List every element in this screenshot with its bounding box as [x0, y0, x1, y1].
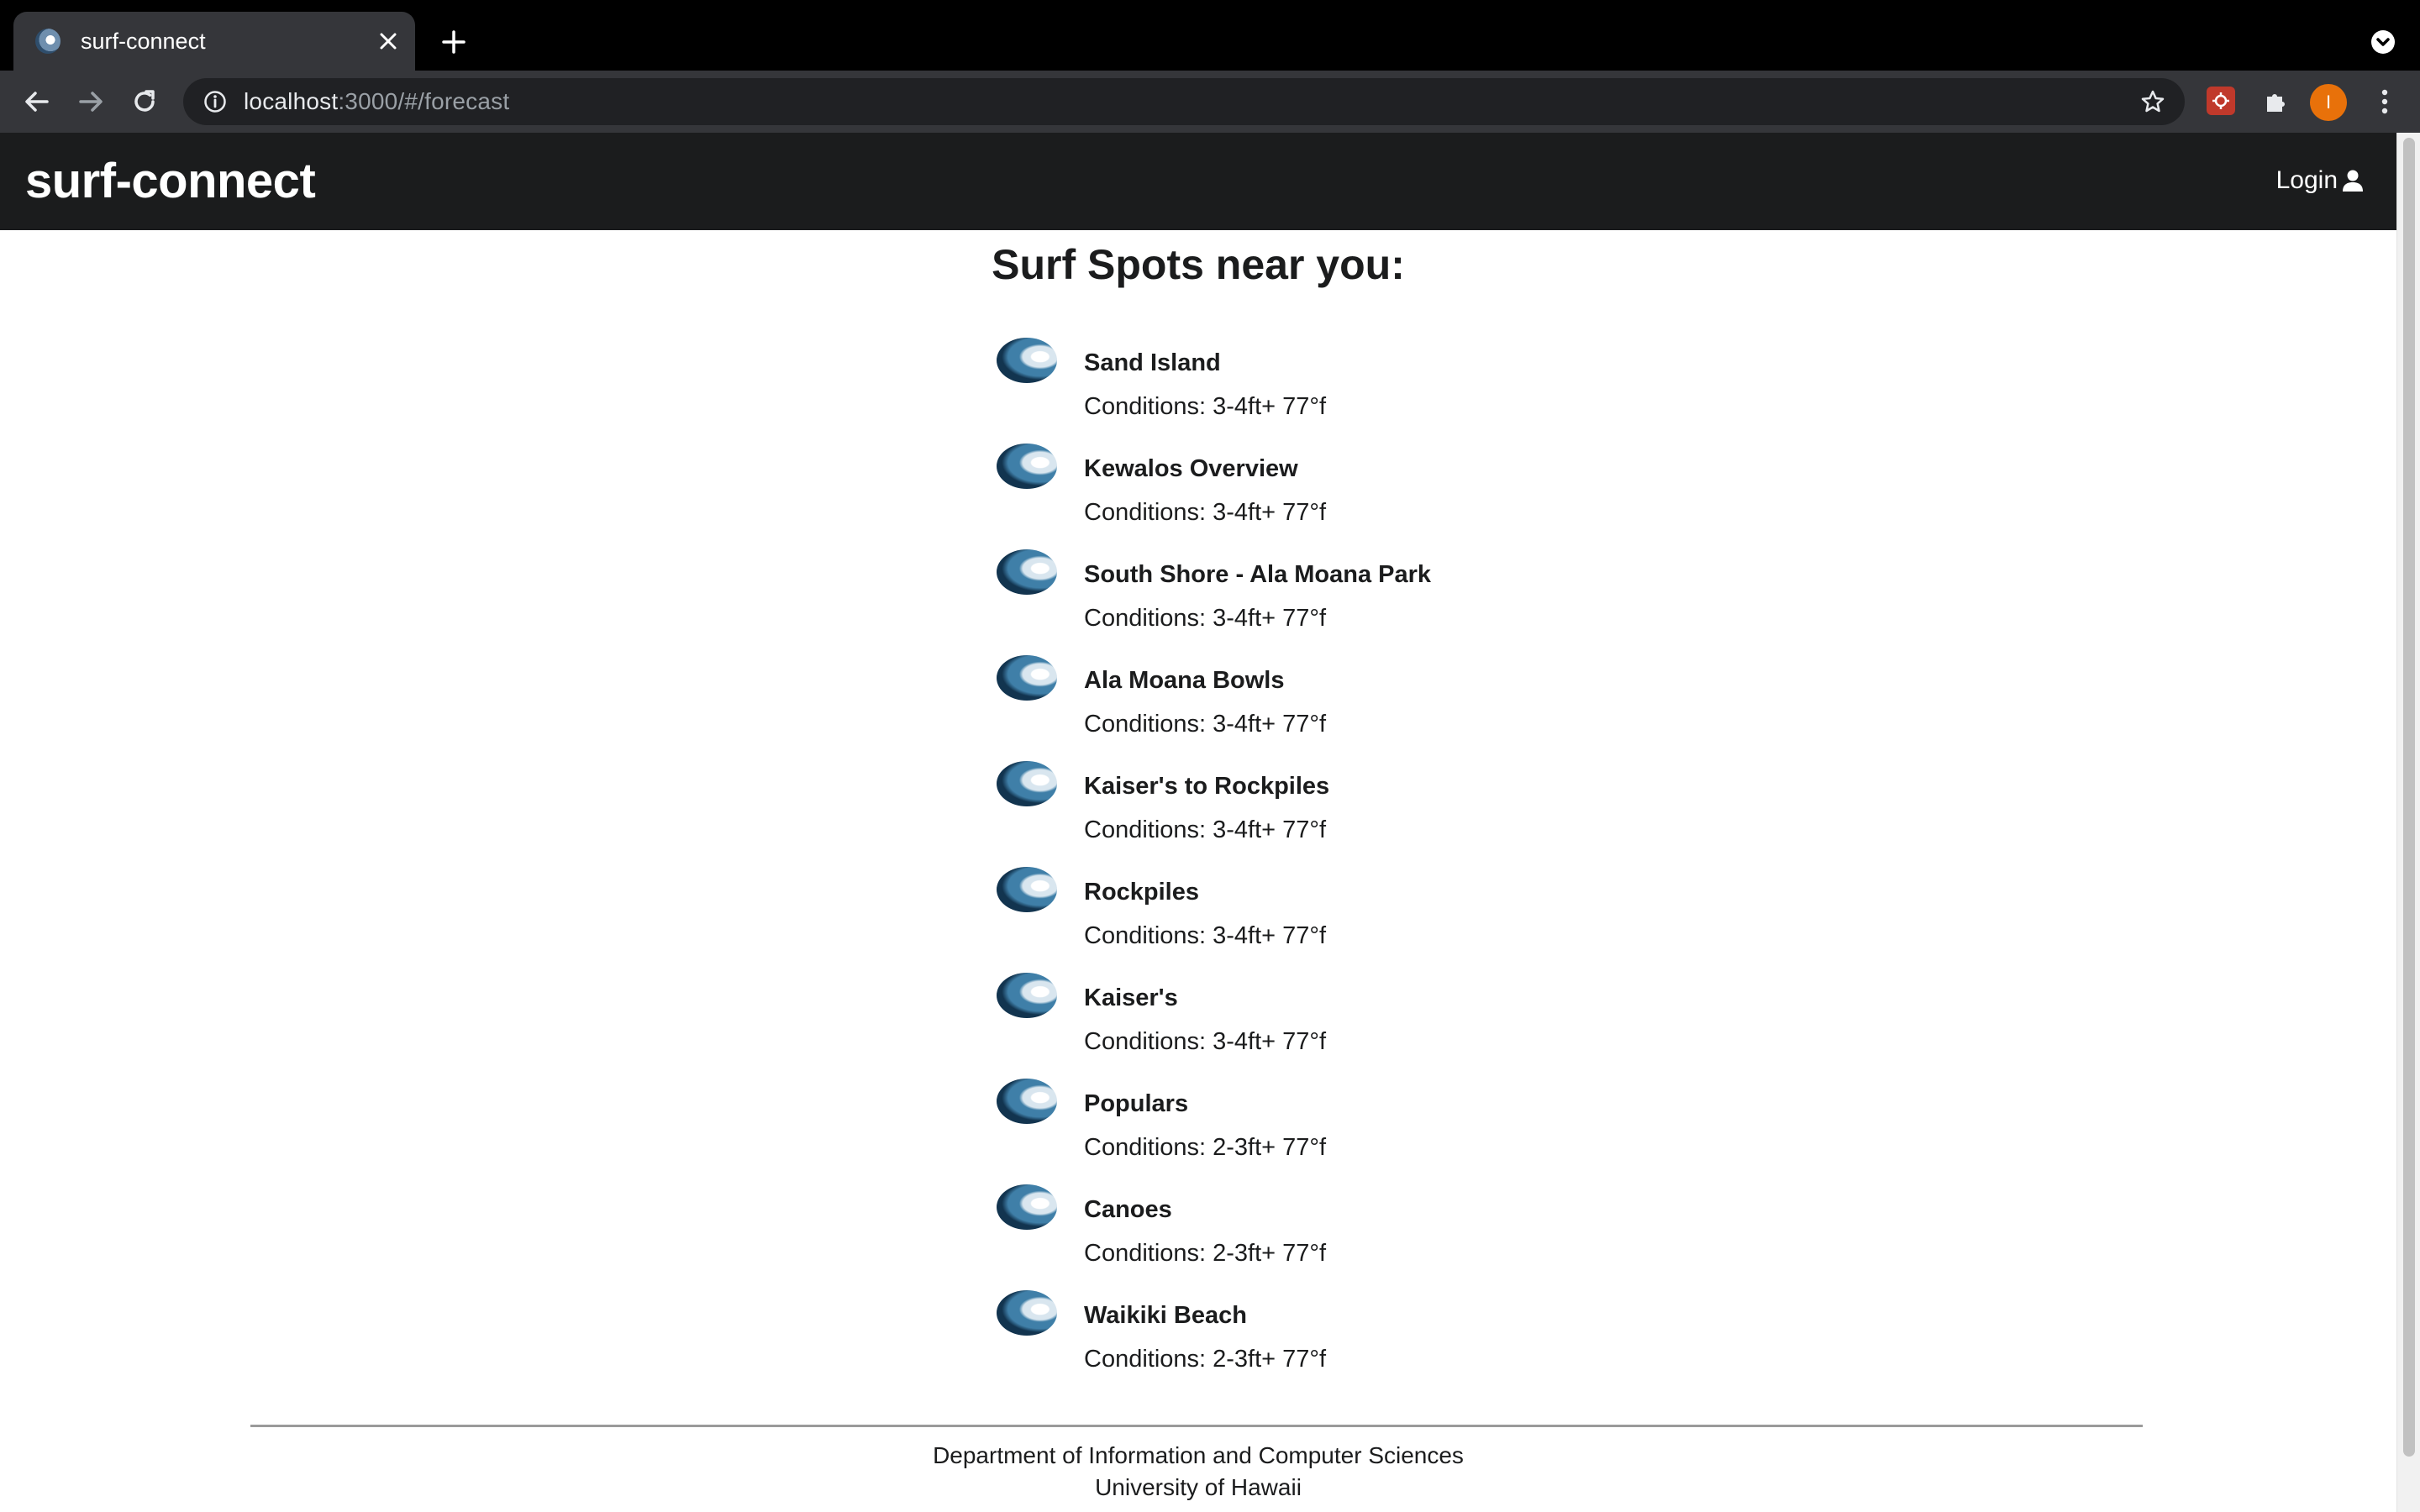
wave-thumbnail — [997, 1184, 1057, 1230]
wave-thumbnail — [997, 867, 1057, 912]
spot-name[interactable]: Rockpiles — [1084, 879, 1199, 906]
spot-name[interactable]: Waikiki Beach — [1084, 1302, 1247, 1330]
spot-conditions: Conditions: 2-3ft+ 77°f — [1084, 1240, 1327, 1267]
list-item[interactable]: Sand Island Conditions: 3-4ft+ 77°f — [997, 338, 1753, 444]
login-label: Login — [2275, 166, 2338, 194]
wave-thumbnail — [997, 549, 1057, 595]
spot-conditions: Conditions: 3-4ft+ 77°f — [1084, 499, 1327, 526]
brand-logo[interactable]: surf-connect — [25, 153, 316, 209]
back-icon[interactable] — [17, 81, 57, 122]
wave-thumbnail — [997, 973, 1057, 1018]
wave-thumbnail — [997, 1079, 1057, 1124]
spot-conditions: Conditions: 2-3ft+ 77°f — [1084, 1346, 1327, 1373]
list-item[interactable]: Canoes Conditions: 2-3ft+ 77°f — [997, 1184, 1753, 1290]
spot-name[interactable]: Kaiser's to Rockpiles — [1084, 773, 1329, 801]
user-icon — [2343, 170, 2363, 192]
forward-icon[interactable] — [71, 81, 111, 122]
reload-icon[interactable] — [124, 81, 165, 122]
list-item[interactable]: Ala Moana Bowls Conditions: 3-4ft+ 77°f — [997, 655, 1753, 761]
url-text: localhost:3000/#/forecast — [244, 88, 509, 115]
site-navbar: surf-connect Login — [0, 133, 2396, 230]
spot-conditions: Conditions: 3-4ft+ 77°f — [1084, 816, 1327, 843]
site-footer: Department of Information and Computer S… — [0, 1440, 2396, 1504]
page-viewport: surf-connect Login Surf Spots near you: … — [0, 133, 2396, 1512]
wave-thumbnail — [997, 761, 1057, 806]
tab-search-icon[interactable] — [2365, 24, 2402, 60]
browser-tab[interactable]: surf-connect — [13, 12, 415, 71]
new-tab-icon[interactable] — [435, 24, 472, 60]
extension-icon[interactable] — [2207, 87, 2235, 115]
close-tab-icon[interactable] — [370, 23, 407, 60]
footer-department: Department of Information and Computer S… — [933, 1442, 1464, 1468]
extensions-puzzle-icon[interactable] — [2257, 83, 2294, 120]
list-item[interactable]: Kewalos Overview Conditions: 3-4ft+ 77°f — [997, 444, 1753, 549]
page-scrollbar[interactable] — [2396, 133, 2420, 1512]
spot-conditions: Conditions: 3-4ft+ 77°f — [1084, 605, 1327, 632]
list-item[interactable]: Waikiki Beach Conditions: 2-3ft+ 77°f — [997, 1290, 1753, 1396]
browser-tabstrip: surf-connect — [0, 0, 2420, 71]
list-item[interactable]: South Shore - Ala Moana Park Conditions:… — [997, 549, 1753, 655]
list-item[interactable]: Rockpiles Conditions: 3-4ft+ 77°f — [997, 867, 1753, 973]
browser-toolbar: localhost:3000/#/forecast I — [0, 71, 2420, 133]
scrollbar-thumb[interactable] — [2403, 138, 2415, 1457]
spot-name[interactable]: Kewalos Overview — [1084, 455, 1298, 483]
spot-name[interactable]: Sand Island — [1084, 349, 1221, 377]
footer-divider — [250, 1425, 2143, 1427]
spot-conditions: Conditions: 3-4ft+ 77°f — [1084, 922, 1327, 949]
wave-thumbnail — [997, 655, 1057, 701]
bookmark-star-icon[interactable] — [2134, 83, 2171, 120]
login-button[interactable]: Login — [2276, 166, 2365, 195]
spot-name[interactable]: Ala Moana Bowls — [1084, 667, 1285, 695]
wave-thumbnail — [997, 338, 1057, 383]
browser-menu-icon[interactable] — [2366, 83, 2403, 120]
spot-name[interactable]: Kaiser's — [1084, 984, 1178, 1012]
profile-avatar[interactable]: I — [2310, 84, 2347, 121]
tab-title: surf-connect — [81, 28, 206, 54]
favicon-icon — [35, 29, 60, 54]
spot-conditions: Conditions: 3-4ft+ 77°f — [1084, 393, 1327, 420]
list-item[interactable]: Kaiser's to Rockpiles Conditions: 3-4ft+… — [997, 761, 1753, 867]
spot-conditions: Conditions: 3-4ft+ 77°f — [1084, 711, 1327, 738]
site-info-icon[interactable] — [198, 85, 232, 118]
footer-university: University of Hawaii — [1095, 1474, 1302, 1500]
spot-conditions: Conditions: 2-3ft+ 77°f — [1084, 1134, 1327, 1161]
url-host: localhost — [244, 88, 339, 114]
spot-name[interactable]: Canoes — [1084, 1196, 1172, 1224]
list-item[interactable]: Kaiser's Conditions: 3-4ft+ 77°f — [997, 973, 1753, 1079]
spot-name[interactable]: Populars — [1084, 1090, 1188, 1118]
spot-conditions: Conditions: 3-4ft+ 77°f — [1084, 1028, 1327, 1055]
address-bar[interactable]: localhost:3000/#/forecast — [183, 78, 2185, 125]
list-item[interactable]: Populars Conditions: 2-3ft+ 77°f — [997, 1079, 1753, 1184]
page-title: Surf Spots near you: — [992, 241, 1405, 288]
wave-thumbnail — [997, 1290, 1057, 1336]
wave-thumbnail — [997, 444, 1057, 489]
surf-spot-list: Sand Island Conditions: 3-4ft+ 77°f Kewa… — [997, 338, 1753, 1396]
spot-name[interactable]: South Shore - Ala Moana Park — [1084, 561, 1431, 589]
url-path: :3000/#/forecast — [338, 88, 510, 114]
